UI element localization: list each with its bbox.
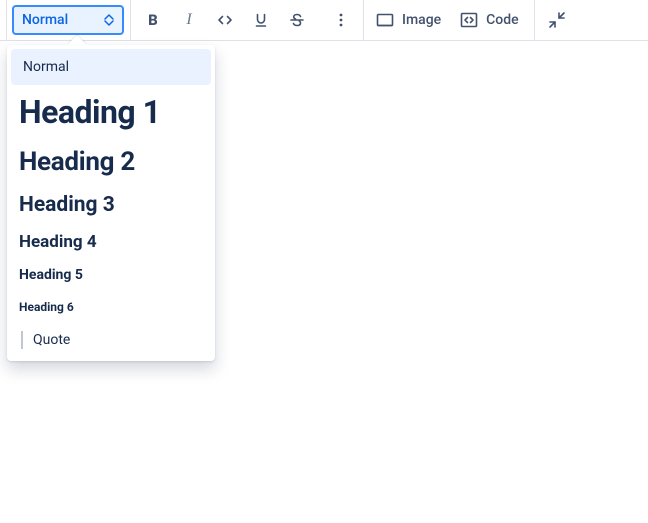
insert-image-button[interactable]: Image (369, 4, 451, 36)
text-style-selector-label: Normal (22, 12, 68, 28)
collapse-button[interactable] (540, 4, 574, 36)
style-option-label: Heading 4 (19, 232, 97, 252)
collapse-group (535, 0, 579, 40)
code-inline-icon (217, 12, 233, 28)
toolbar-left-gap (0, 0, 7, 40)
bold-button[interactable]: B (136, 4, 170, 36)
strikethrough-button[interactable] (280, 4, 314, 36)
style-option-label: Heading 2 (19, 147, 135, 177)
style-option-h1[interactable]: Heading 1 (11, 85, 211, 139)
underline-button[interactable] (244, 4, 278, 36)
bold-icon: B (148, 11, 158, 29)
italic-icon: I (186, 11, 191, 29)
more-vertical-icon (333, 12, 349, 28)
style-option-h6[interactable]: Heading 6 (11, 291, 211, 323)
toolbar: Normal B I (0, 0, 648, 41)
format-group: B I (131, 0, 363, 40)
quote-bar-icon (21, 331, 23, 349)
collapse-icon (548, 11, 566, 29)
style-option-h5[interactable]: Heading 5 (11, 259, 211, 291)
style-option-normal[interactable]: Normal (11, 49, 211, 85)
code-inline-button[interactable] (208, 4, 242, 36)
style-option-label: Normal (23, 59, 69, 75)
insert-group: Image Code (364, 0, 534, 40)
text-style-selector[interactable]: Normal (12, 5, 124, 35)
chevron-up-down-icon (103, 14, 115, 26)
underline-icon (253, 12, 269, 28)
style-option-quote[interactable]: Quote (11, 323, 211, 357)
style-option-label: Heading 1 (19, 93, 161, 131)
strikethrough-icon (289, 12, 305, 28)
style-option-h4[interactable]: Heading 4 (11, 225, 211, 259)
insert-image-label: Image (402, 12, 441, 28)
style-option-label: Heading 6 (19, 300, 74, 314)
insert-code-label: Code (486, 12, 518, 28)
more-format-button[interactable] (324, 4, 358, 36)
style-option-h3[interactable]: Heading 3 (11, 185, 211, 225)
style-option-label: Heading 3 (19, 193, 115, 217)
style-option-label: Heading 5 (19, 267, 83, 283)
insert-code-button[interactable]: Code (453, 4, 528, 36)
style-option-h2[interactable]: Heading 2 (11, 139, 211, 185)
code-block-icon (459, 10, 479, 30)
style-option-label: Quote (33, 332, 70, 348)
image-icon (375, 10, 395, 30)
italic-button[interactable]: I (172, 4, 206, 36)
text-style-dropdown: Normal Heading 1 Heading 2 Heading 3 Hea… (7, 45, 215, 361)
